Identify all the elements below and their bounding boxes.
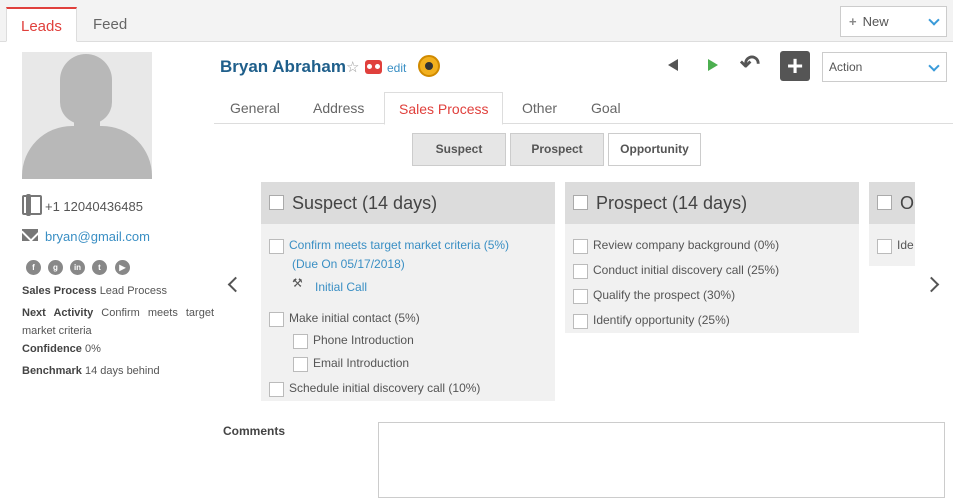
phone-icon [22, 194, 42, 216]
column-header: O [869, 182, 915, 224]
column-checkbox[interactable] [877, 195, 892, 210]
new-button-label: New [862, 14, 889, 29]
stage-column-prospect: Prospect (14 days) Review company backgr… [565, 182, 859, 333]
tab-leads[interactable]: Leads [6, 7, 77, 42]
task-label: Identify opportunity (25%) [593, 313, 730, 327]
task-checkbox[interactable] [573, 314, 588, 329]
task-checkbox[interactable] [573, 289, 588, 304]
confidence-info: Confidence 0% [22, 340, 101, 358]
sub-tabs: General Address Sales Process Other Goal [214, 92, 953, 125]
column-checkbox[interactable] [269, 195, 284, 210]
sales-process-label: Sales Process [22, 285, 97, 297]
task-label: Ide [897, 238, 914, 252]
confidence-label: Confidence [22, 343, 82, 355]
tab-general[interactable]: General [216, 92, 294, 124]
column-title: Suspect (14 days) [292, 193, 438, 213]
task-label: Qualify the prospect (30%) [593, 288, 736, 302]
tab-goal[interactable]: Goal [577, 92, 635, 124]
owl-icon[interactable] [365, 60, 382, 74]
chevron-left-icon[interactable] [227, 276, 244, 293]
task-label: Conduct initial discovery call (25%) [593, 263, 780, 277]
star-icon[interactable]: ☆ [346, 58, 359, 76]
action-select-value: Action [829, 60, 863, 74]
linkedin-icon[interactable]: in [70, 260, 85, 275]
youtube-icon[interactable]: ▶ [115, 260, 130, 275]
add-icon[interactable]: + [780, 51, 810, 81]
column-title: O [900, 193, 915, 213]
subtask-checkbox[interactable] [293, 334, 308, 349]
column-title: Prospect (14 days) [596, 193, 748, 213]
sales-process-info: Sales Process Lead Process [22, 282, 167, 300]
benchmark-info: Benchmark 14 days behind [22, 362, 160, 380]
edit-link[interactable]: edit [387, 61, 406, 75]
task-checkbox[interactable] [269, 382, 284, 397]
comments-label: Comments [223, 424, 286, 438]
mail-icon [22, 229, 38, 241]
task-checkbox[interactable] [269, 312, 284, 327]
column-header: Suspect (14 days) [261, 182, 555, 224]
tab-sales-process[interactable]: Sales Process [384, 92, 504, 125]
benchmark-value: 14 days behind [84, 365, 160, 377]
next-activity-label: Next Activity [22, 307, 94, 319]
stage-suspect-button[interactable]: Suspect [412, 133, 506, 166]
task-checkbox[interactable] [877, 239, 892, 254]
phone-number: +1 12040436485 [45, 199, 143, 214]
task-checkbox[interactable] [573, 239, 588, 254]
new-button[interactable]: + New [840, 6, 947, 37]
sales-process-value: Lead Process [99, 285, 167, 297]
previous-record-icon[interactable] [668, 59, 678, 71]
plus-icon: + [849, 14, 857, 29]
task-label[interactable]: Confirm meets target market criteria (5%… [289, 238, 509, 252]
contact-name: Bryan Abraham [220, 57, 346, 76]
undo-icon[interactable]: ↶ [740, 53, 760, 77]
task-label: Review company background (0%) [593, 238, 780, 252]
top-bar: Leads Feed + New [0, 0, 953, 42]
task-label: Schedule initial discovery call (10%) [289, 381, 481, 395]
tab-address[interactable]: Address [299, 92, 378, 124]
chevron-right-icon[interactable] [923, 276, 940, 293]
column-header: Prospect (14 days) [565, 182, 859, 224]
subtask-checkbox[interactable] [293, 357, 308, 372]
stage-prospect-button[interactable]: Prospect [510, 133, 604, 166]
avatar [22, 52, 152, 179]
activity-link[interactable]: Initial Call [315, 280, 367, 294]
next-activity-info: Next Activity Confirm meets target marke… [22, 304, 214, 340]
email-link[interactable]: bryan@gmail.com [45, 229, 150, 244]
confidence-value: 0% [84, 343, 101, 355]
stage-opportunity-button[interactable]: Opportunity [608, 133, 701, 166]
task-due-date: (Due On 05/17/2018) [292, 257, 405, 271]
task-checkbox[interactable] [573, 264, 588, 279]
hammer-icon: ⚒ [292, 276, 303, 290]
next-record-icon[interactable] [708, 59, 718, 71]
chevron-down-icon [928, 60, 940, 72]
task-label: Make initial contact (5%) [289, 311, 420, 325]
chevron-down-icon [928, 14, 940, 26]
column-checkbox[interactable] [573, 195, 588, 210]
stage-column-suspect: Suspect (14 days) Confirm meets target m… [261, 182, 555, 401]
task-checkbox[interactable] [269, 239, 284, 254]
tab-feed[interactable]: Feed [79, 7, 141, 42]
stage-column-opportunity: O Ide [869, 182, 915, 266]
action-select[interactable]: Action [822, 52, 947, 82]
flower-icon[interactable] [418, 55, 440, 77]
subtask-label: Email Introduction [313, 356, 410, 370]
twitter-icon[interactable]: t [92, 260, 107, 275]
google-plus-icon[interactable]: g [48, 260, 63, 275]
subtask-label: Phone Introduction [313, 333, 414, 347]
comments-field[interactable] [378, 422, 945, 498]
facebook-icon[interactable]: f [26, 260, 41, 275]
benchmark-label: Benchmark [22, 365, 82, 377]
tab-other[interactable]: Other [508, 92, 571, 124]
